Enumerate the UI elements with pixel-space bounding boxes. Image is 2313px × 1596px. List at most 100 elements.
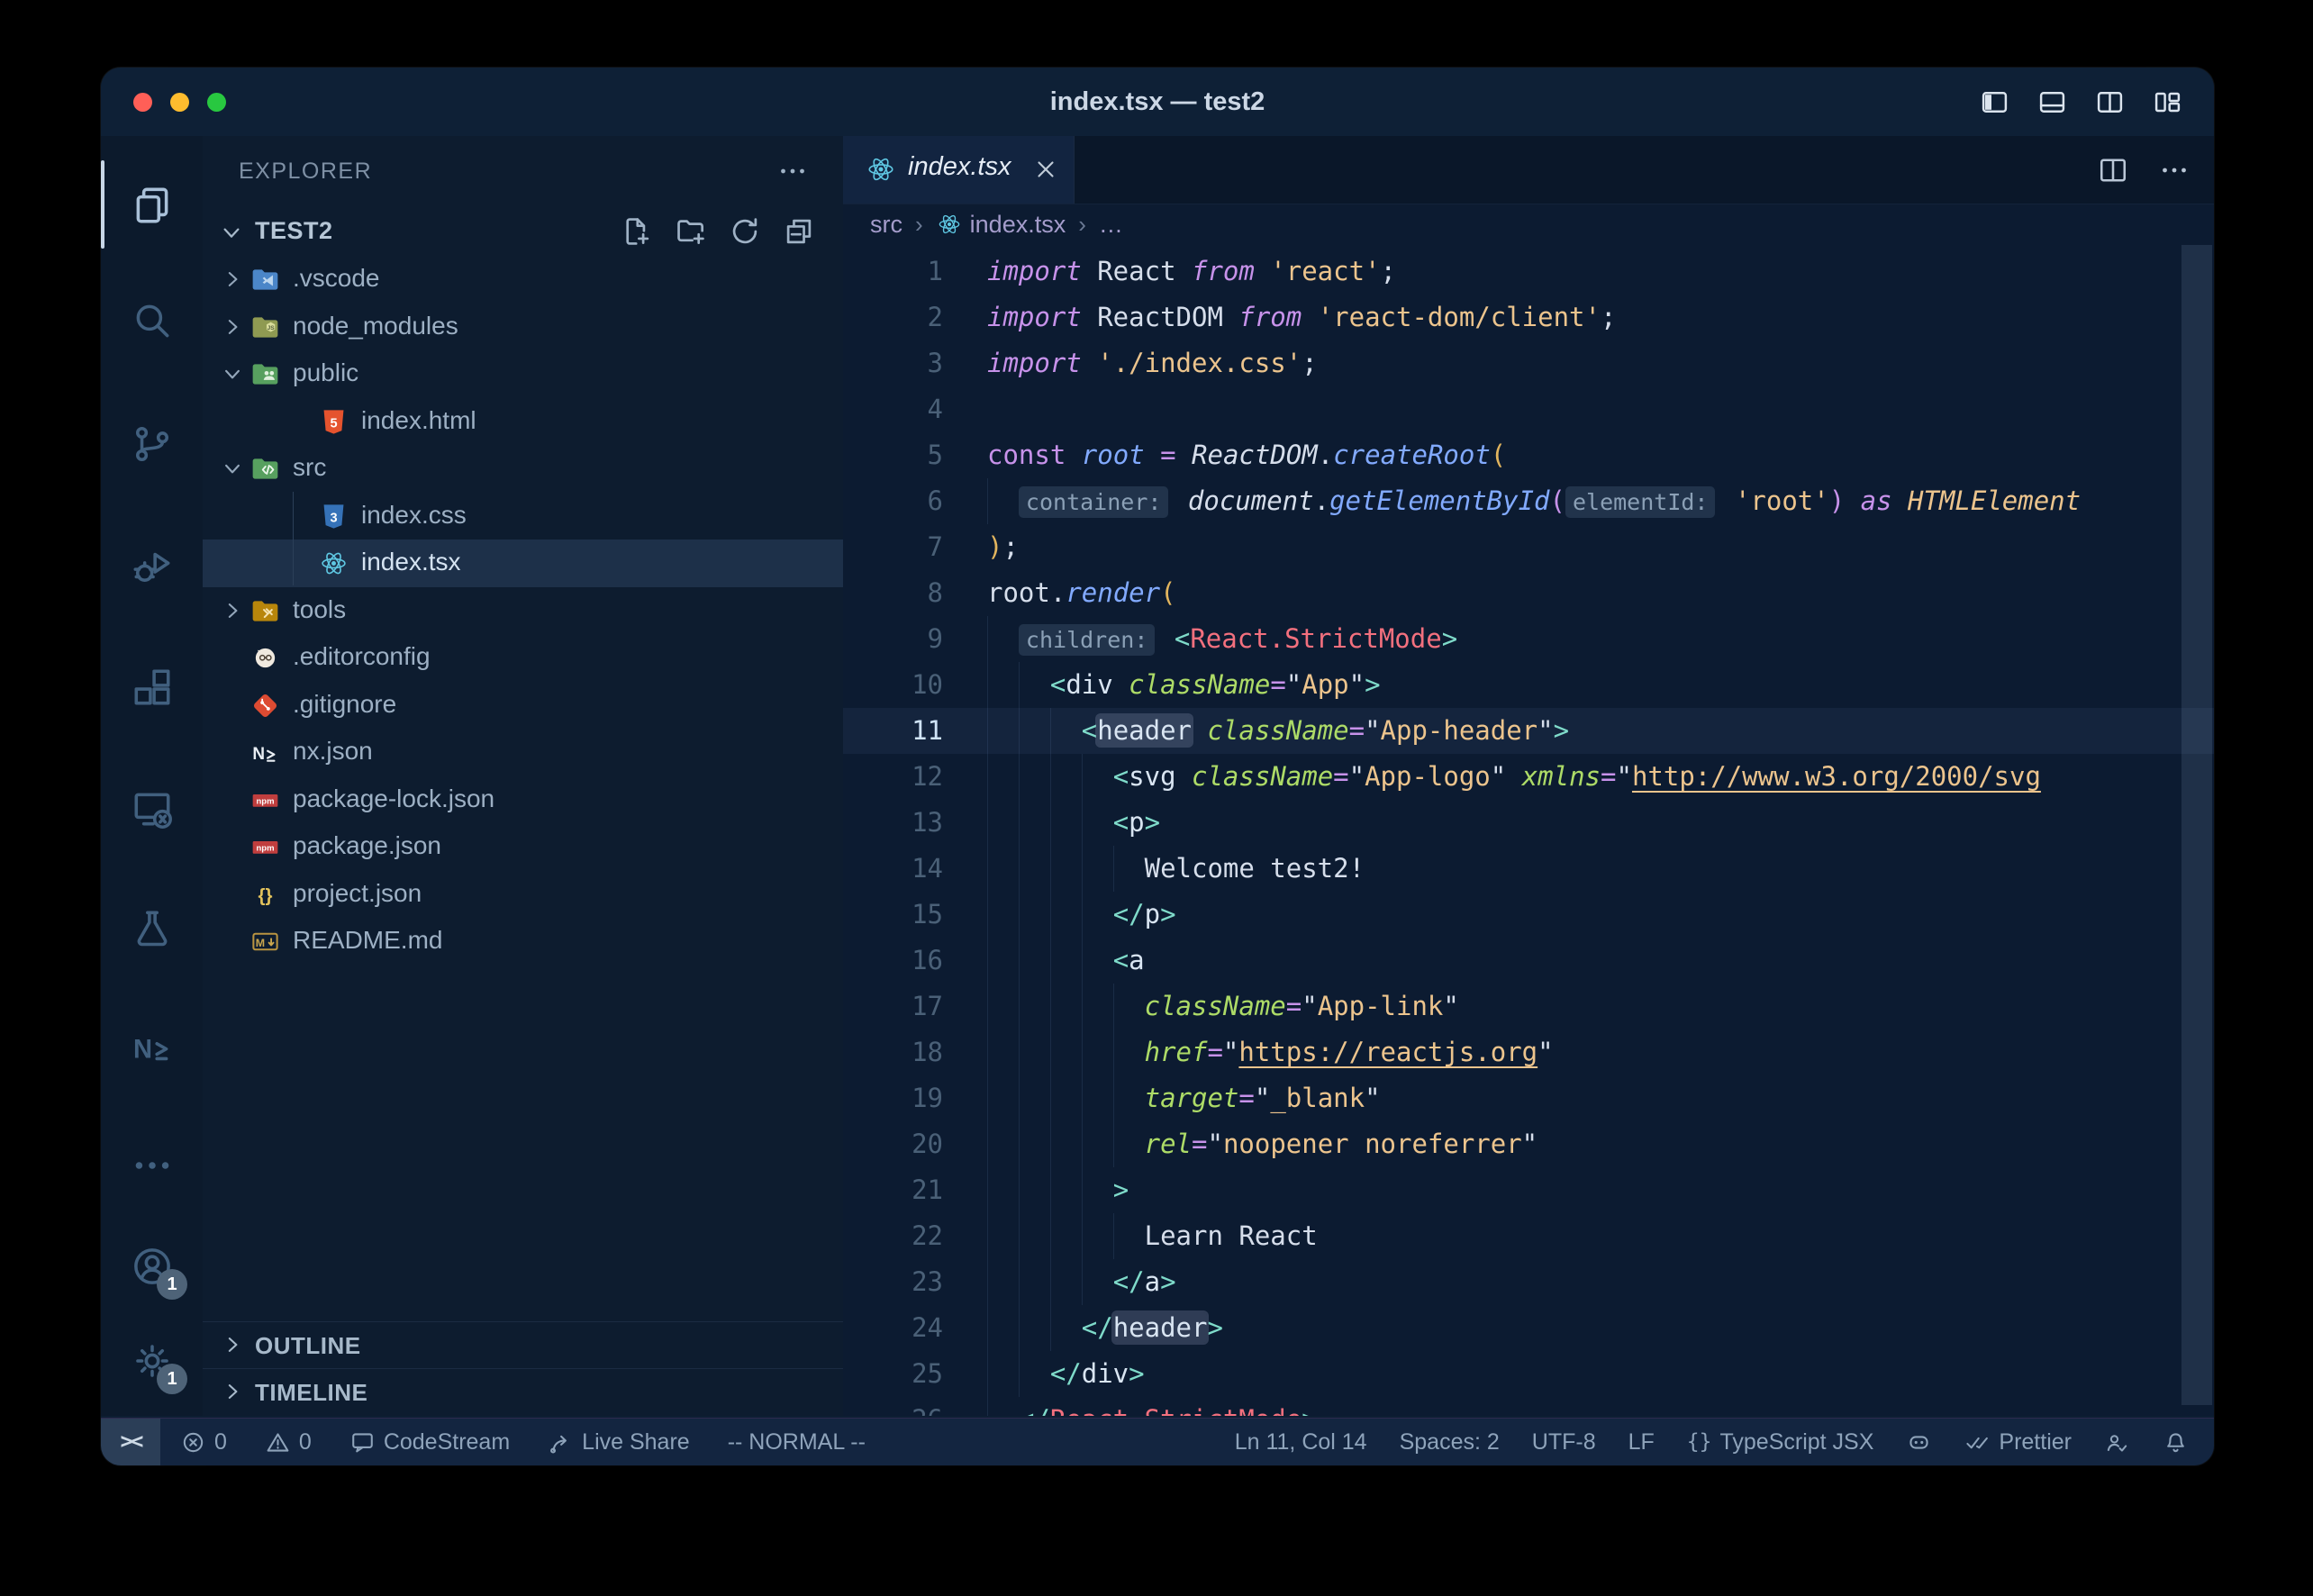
line-number: 22 <box>843 1213 943 1259</box>
code-line-8: 8 root.render( <box>843 570 2214 616</box>
code-line-18: 18 href="https://reactjs.org" <box>843 1029 2214 1075</box>
file-label: index.tsx <box>361 548 461 576</box>
code-line-24: 24 </header> <box>843 1305 2214 1351</box>
activity-item-testing[interactable] <box>130 906 175 951</box>
tree-item--editorconfig[interactable]: .editorconfig <box>203 634 843 682</box>
breadcrumb-item[interactable]: src <box>870 211 903 239</box>
chevron-right-icon <box>219 1378 246 1405</box>
tree-item-node-modules[interactable]: JSnode_modules <box>203 304 843 351</box>
status-item[interactable] <box>1906 1429 1932 1455</box>
tree-item-package-json[interactable]: npmpackage.json <box>203 823 843 871</box>
status-label: CodeStream <box>384 1429 510 1455</box>
folder-src-icon <box>249 453 281 485</box>
tree-item-package-lock-json[interactable]: npmpackage-lock.json <box>203 776 843 824</box>
markdown-icon: M <box>249 926 281 957</box>
status-item-lf[interactable]: LF <box>1628 1429 1655 1455</box>
breadcrumb-item[interactable]: index.tsx <box>936 211 1066 239</box>
line-number: 8 <box>843 570 943 616</box>
close-tab-icon[interactable] <box>1032 156 1059 183</box>
activity-item-search[interactable] <box>130 298 175 343</box>
status-item-codestream[interactable]: CodeStream <box>349 1429 510 1455</box>
badge: 1 <box>157 1364 187 1394</box>
nx-file-icon: N <box>249 737 281 768</box>
activity-item-explorer[interactable] <box>130 183 175 228</box>
toggle-panel-button[interactable] <box>2036 86 2068 118</box>
status-item-spaces-2[interactable]: Spaces: 2 <box>1400 1429 1500 1455</box>
workspace-section-header[interactable]: TEST2 <box>203 207 843 258</box>
status-item-prettier[interactable]: Prettier <box>1964 1429 2072 1455</box>
explorer-sidebar: EXPLORER TEST2 .vscode JSnode_modulespubl… <box>203 136 844 1416</box>
line-number: 17 <box>843 984 943 1029</box>
status-item-typescript-jsx[interactable]: {}TypeScript JSX <box>1687 1429 1874 1455</box>
title-bar: index.tsx — test2 <box>101 68 2214 137</box>
activity-bar: N11 <box>101 136 203 1416</box>
tree-item--gitignore[interactable]: .gitignore <box>203 682 843 730</box>
status-label: Spaces: 2 <box>1400 1429 1500 1455</box>
line-content: </div> <box>987 1351 1145 1397</box>
explorer-more-actions-button[interactable] <box>776 155 809 187</box>
status-item[interactable] <box>2163 1429 2189 1455</box>
inlay-hint: elementId: <box>1565 486 1716 518</box>
person-check-icon <box>2104 1429 2130 1455</box>
status-label: Live Share <box>582 1429 690 1455</box>
status-item-ln-11-col-14[interactable]: Ln 11, Col 14 <box>1235 1429 1367 1455</box>
timeline-section[interactable]: TIMELINE <box>203 1368 843 1416</box>
editor-scrollbar-thumb[interactable] <box>2181 245 2212 1405</box>
activity-item-source-control[interactable] <box>130 422 175 467</box>
refresh-explorer-button[interactable] <box>728 214 762 249</box>
file-label: .vscode <box>293 264 380 293</box>
collapse-folders-button[interactable] <box>782 214 816 249</box>
file-label: index.css <box>361 501 467 530</box>
tab-index-tsx[interactable]: index.tsx <box>843 136 1075 204</box>
status-item[interactable] <box>2104 1429 2130 1455</box>
toggle-primary-sidebar-button[interactable] <box>1979 86 2010 118</box>
status-right: Ln 11, Col 14 Spaces: 2 UTF-8 LF {}TypeScrip… <box>1235 1419 2189 1465</box>
activity-item-settings[interactable]: 1 <box>130 1338 175 1383</box>
remote-indicator[interactable]: >< <box>101 1419 160 1465</box>
tree-item-index-html[interactable]: 5index.html <box>203 398 843 446</box>
tree-item-public[interactable]: public <box>203 350 843 398</box>
more-actions-button[interactable] <box>2158 154 2191 186</box>
explorer-actions <box>620 214 816 249</box>
tree-item-index-tsx[interactable]: index.tsx <box>203 540 843 587</box>
activity-item-accounts[interactable]: 1 <box>130 1244 175 1289</box>
svg-text:N: N <box>133 1035 152 1064</box>
status-item-0[interactable]: 0 <box>265 1429 312 1455</box>
activity-item-extensions[interactable] <box>130 666 175 711</box>
chevron-down-icon <box>217 218 246 247</box>
line-content: </React.StrictMode> <box>987 1397 1318 1416</box>
status-item-0[interactable]: 0 <box>180 1429 227 1455</box>
status-label: Prettier <box>1999 1429 2072 1455</box>
folder-public-icon <box>249 358 281 390</box>
line-content: root.render( <box>987 570 1176 616</box>
breadcrumb-item[interactable]: … <box>1099 211 1123 239</box>
status-item-utf-8[interactable]: UTF-8 <box>1532 1429 1596 1455</box>
tab-label: index.tsx <box>908 152 1011 182</box>
explorer-header: EXPLORER <box>203 151 843 195</box>
toggle-secondary-sidebar-button[interactable] <box>2094 86 2126 118</box>
tree-item-readme-md[interactable]: MREADME.md <box>203 918 843 966</box>
activity-item-nx-console[interactable]: N <box>130 1026 175 1071</box>
split-editor-button[interactable] <box>2097 154 2129 186</box>
braces-icon: {} <box>249 879 281 911</box>
activity-item-run-debug[interactable] <box>130 544 175 589</box>
status-item-live-share[interactable]: Live Share <box>548 1429 690 1455</box>
tree-item-index-css[interactable]: 3index.css <box>203 493 843 540</box>
outline-section[interactable]: OUTLINE <box>203 1321 843 1369</box>
new-file-button[interactable] <box>620 214 654 249</box>
line-content: <svg className="App-logo" xmlns="http://… <box>987 754 2041 800</box>
line-content: <header className="App-header"> <box>987 708 1569 754</box>
tree-item-tools[interactable]: tools <box>203 587 843 635</box>
titlebar-layout-controls <box>1979 68 2183 136</box>
activity-item-more-views[interactable] <box>130 1143 175 1188</box>
customize-layout-button[interactable] <box>2152 86 2183 118</box>
tree-item--vscode[interactable]: .vscode <box>203 256 843 304</box>
tree-item-nx-json[interactable]: Nnx.json <box>203 729 843 776</box>
line-number: 23 <box>843 1259 943 1305</box>
code-line-11: 11 <header className="App-header"> <box>843 708 2214 754</box>
tree-item-src[interactable]: src <box>203 445 843 493</box>
status-item--normal-[interactable]: -- NORMAL -- <box>728 1429 866 1455</box>
activity-item-remote-explorer[interactable] <box>130 786 175 831</box>
tree-item-project-json[interactable]: {}project.json <box>203 871 843 919</box>
new-folder-button[interactable] <box>674 214 708 249</box>
